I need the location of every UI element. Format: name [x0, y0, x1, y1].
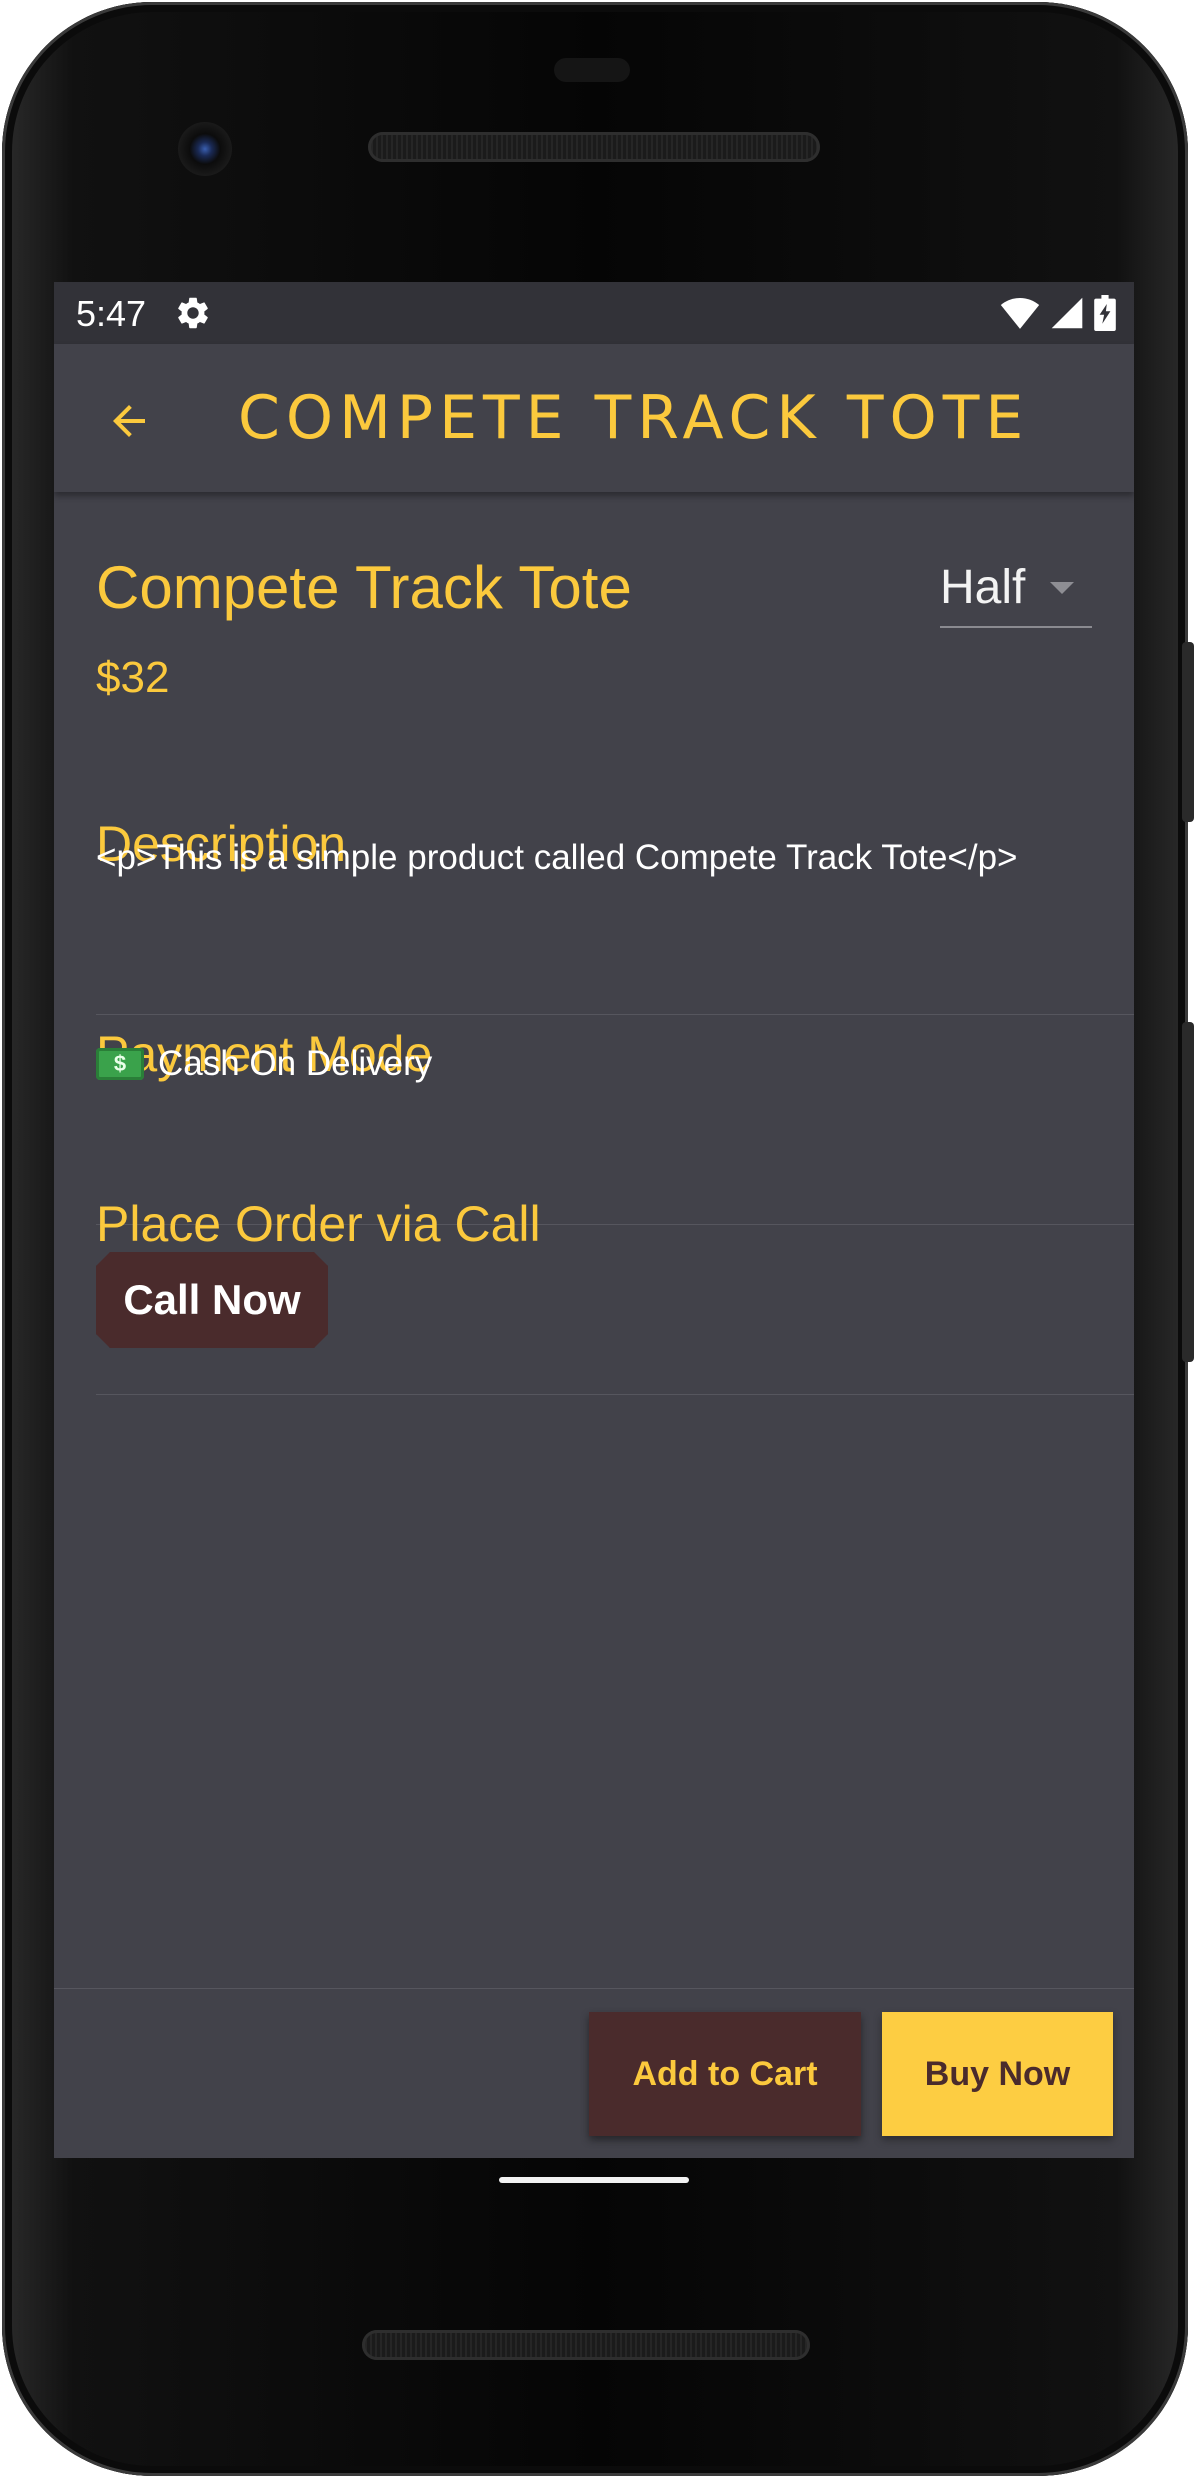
app-title: COMPETE TRACK TOTE	[238, 383, 1030, 453]
payment-mode-value: Cash On Delivery	[158, 1044, 433, 1083]
back-button[interactable]	[92, 384, 166, 458]
cell-signal-icon	[1051, 297, 1083, 329]
product-name: Compete Track Tote	[96, 554, 632, 621]
status-time: 5:47	[76, 293, 147, 334]
dropdown-caret-icon	[1050, 582, 1074, 594]
divider	[96, 1394, 1134, 1395]
wifi-icon	[1000, 298, 1040, 329]
front-camera	[178, 122, 232, 176]
product-price: $32	[96, 653, 170, 702]
battery-charging-icon	[1094, 295, 1116, 331]
home-indicator[interactable]	[499, 2177, 689, 2183]
payment-mode-row: $ Cash On Delivery	[96, 1042, 432, 1086]
description-text: <p>This is a simple product called Compe…	[96, 838, 1018, 877]
bottom-action-bar: Add to Cart Buy Now	[54, 1988, 1134, 2158]
status-bar: 5:47	[54, 282, 1134, 344]
variant-selected-value: Half	[940, 561, 1026, 614]
call-now-button[interactable]: Call Now	[96, 1252, 328, 1348]
proximity-sensor	[554, 58, 630, 82]
call-order-heading: Place Order via Call	[96, 1196, 541, 1252]
settings-gear-icon	[178, 297, 208, 329]
volume-rocker	[1182, 1022, 1194, 1362]
app-bar: COMPETE TRACK TOTE	[54, 344, 1134, 492]
power-button	[1182, 642, 1194, 822]
add-to-cart-button[interactable]: Add to Cart	[589, 2012, 861, 2136]
arrow-back-icon	[113, 405, 145, 437]
bottom-speaker-grille	[362, 2330, 810, 2360]
cash-money-icon: $	[96, 1048, 144, 1080]
status-icons	[1000, 294, 1116, 332]
screen: 5:47 COMPETE TRACK TOTE Compete Track To…	[54, 282, 1134, 2158]
buy-now-button[interactable]: Buy Now	[882, 2012, 1113, 2136]
top-speaker-grille	[368, 132, 820, 162]
divider	[96, 1014, 1134, 1015]
variant-dropdown[interactable]: Half	[940, 554, 1092, 628]
phone-frame: 5:47 COMPETE TRACK TOTE Compete Track To…	[2, 2, 1194, 2476]
